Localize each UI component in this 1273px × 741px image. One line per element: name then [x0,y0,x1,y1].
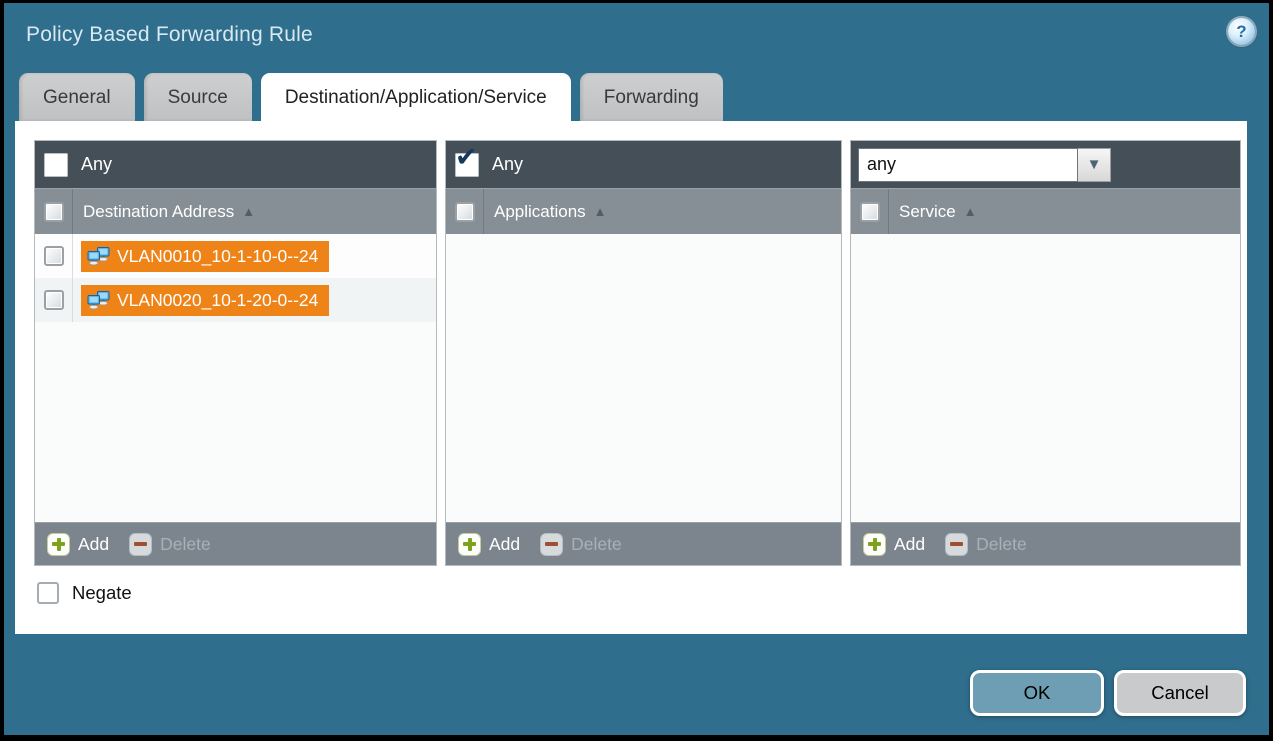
service-list [851,234,1240,522]
destination-header-row: Destination Address ▲ [35,188,436,234]
add-label: Add [489,534,520,555]
tab-source[interactable]: Source [144,73,252,121]
applications-toolbar: Add Delete [446,522,841,565]
tab-forwarding[interactable]: Forwarding [580,73,723,121]
service-delete-button[interactable]: Delete [945,533,1027,556]
address-object-label: VLAN0020_10-1-20-0--24 [117,290,318,311]
service-toolbar: Add Delete [851,522,1240,565]
service-type-dropdown[interactable]: any ▼ [858,148,1111,182]
address-object-icon [87,291,110,309]
dropdown-button[interactable]: ▼ [1078,148,1111,182]
add-plus-icon [47,533,70,556]
add-label: Add [78,534,109,555]
applications-column: ✔ Any Applications ▲ Add [445,140,842,566]
add-label: Add [894,534,925,555]
delete-label: Delete [160,534,211,555]
service-header-row: Service ▲ [851,188,1240,234]
applications-any-label: Any [492,154,523,175]
destination-column: ✔ Any Destination Address ▲ [34,140,437,566]
help-icon[interactable]: ? [1228,18,1255,45]
applications-select-all-checkbox[interactable] [455,202,475,222]
add-plus-icon [458,533,481,556]
destination-add-button[interactable]: Add [47,533,109,556]
delete-minus-icon [129,533,152,556]
destination-any-label: Any [81,154,112,175]
applications-header-label[interactable]: Applications [494,202,586,222]
applications-delete-button[interactable]: Delete [540,533,622,556]
cancel-button[interactable]: Cancel [1114,670,1246,716]
dialog-background: Policy Based Forwarding Rule ? General S… [4,3,1269,735]
destination-any-checkbox[interactable]: ✔ [44,153,68,177]
row-checkbox[interactable] [44,290,64,310]
delete-label: Delete [571,534,622,555]
applications-any-checkbox[interactable]: ✔ [455,153,479,177]
sort-asc-icon[interactable]: ▲ [242,204,255,219]
destination-list: VLAN0010_10-1-10-0--24 VLAN0020_10-1-20-… [35,234,436,522]
service-column: any ▼ Service ▲ Add [850,140,1241,566]
negate-label: Negate [72,582,132,604]
tab-content-panel: ✔ Any Destination Address ▲ [15,121,1247,634]
dialog-title: Policy Based Forwarding Rule [26,23,313,47]
address-object-chip[interactable]: VLAN0010_10-1-10-0--24 [81,241,329,272]
address-object-icon [87,247,110,265]
negate-checkbox[interactable] [37,582,59,604]
destination-toolbar: Add Delete [35,522,436,565]
delete-label: Delete [976,534,1027,555]
ok-button[interactable]: OK [970,670,1104,716]
destination-any-bar: ✔ Any [35,141,436,188]
delete-minus-icon [945,533,968,556]
service-header-label[interactable]: Service [899,202,956,222]
address-object-label: VLAN0010_10-1-10-0--24 [117,246,318,267]
tab-destination-application-service[interactable]: Destination/Application/Service [261,73,571,121]
sort-asc-icon[interactable]: ▲ [964,204,977,219]
address-object-chip[interactable]: VLAN0020_10-1-20-0--24 [81,285,329,316]
service-type-value[interactable]: any [858,148,1078,182]
checkmark-icon: ✔ [455,144,478,171]
applications-header-row: Applications ▲ [446,188,841,234]
destination-row[interactable]: VLAN0010_10-1-10-0--24 [35,234,436,278]
destination-row[interactable]: VLAN0020_10-1-20-0--24 [35,278,436,322]
delete-minus-icon [540,533,563,556]
applications-list [446,234,841,522]
add-plus-icon [863,533,886,556]
service-select-all-checkbox[interactable] [860,202,880,222]
pbf-rule-dialog: Policy Based Forwarding Rule ? General S… [0,0,1273,741]
row-checkbox[interactable] [44,246,64,266]
tab-general[interactable]: General [19,73,135,121]
applications-any-bar: ✔ Any [446,141,841,188]
negate-row: Negate [37,582,132,604]
destination-header-label[interactable]: Destination Address [83,202,234,222]
chevron-down-icon: ▼ [1087,157,1102,172]
service-dropdown-bar: any ▼ [851,141,1240,188]
sort-asc-icon[interactable]: ▲ [594,204,607,219]
tab-bar: General Source Destination/Application/S… [19,73,723,121]
destination-select-all-checkbox[interactable] [44,202,64,222]
service-add-button[interactable]: Add [863,533,925,556]
columns-container: ✔ Any Destination Address ▲ [34,140,1241,566]
destination-delete-button[interactable]: Delete [129,533,211,556]
applications-add-button[interactable]: Add [458,533,520,556]
